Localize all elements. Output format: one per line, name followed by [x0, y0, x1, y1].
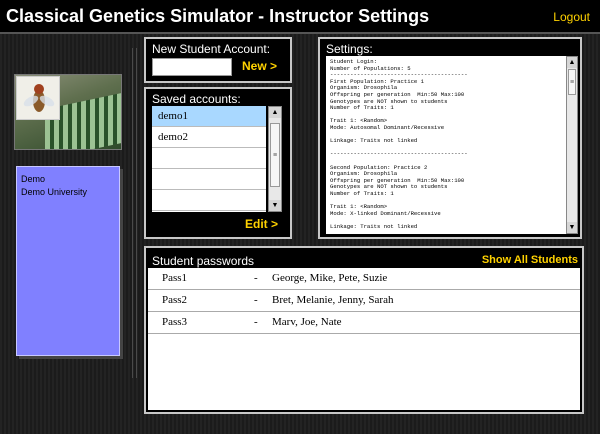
- scroll-thumb[interactable]: ≡: [568, 69, 576, 95]
- students-cell: Marv, Joe, Nate: [272, 316, 342, 328]
- scroll-up-icon[interactable]: ▲: [567, 57, 577, 68]
- drosophila-photo: [14, 74, 122, 150]
- scroll-thumb[interactable]: ≡: [270, 123, 280, 187]
- divider-line: [136, 48, 137, 378]
- settings-box: Settings: Student Login: Number of Popul…: [318, 37, 582, 239]
- settings-scrollbar[interactable]: ▲ ≡ ▼: [566, 56, 578, 234]
- saved-account-row[interactable]: demo1: [152, 106, 266, 127]
- student-passwords-title: Student passwords: [152, 254, 255, 268]
- divider-line: [132, 48, 133, 378]
- user-info-panel: Demo Demo University: [16, 166, 120, 356]
- table-row[interactable]: Pass2 - Bret, Melanie, Jenny, Sarah: [148, 290, 580, 312]
- scroll-down-icon[interactable]: ▼: [567, 222, 577, 233]
- new-account-title: New Student Account:: [152, 42, 271, 56]
- new-account-box: New Student Account: New >: [144, 37, 292, 83]
- saved-accounts-scrollbar[interactable]: ▲ ≡ ▼: [268, 106, 282, 212]
- app-title: Classical Genetics Simulator - Instructo…: [6, 6, 430, 26]
- saved-accounts-list: demo1 demo2: [152, 106, 266, 212]
- settings-title: Settings:: [326, 42, 373, 56]
- saved-accounts-box: Saved accounts: demo1 demo2 ▲ ≡ ▼ Edit >: [144, 87, 292, 239]
- new-account-button[interactable]: New >: [242, 59, 277, 73]
- logout-link[interactable]: Logout: [553, 10, 590, 24]
- passwords-table: Pass1 - George, Mike, Pete, Suzie Pass2 …: [148, 268, 580, 410]
- separator: -: [254, 294, 258, 306]
- saved-accounts-title: Saved accounts:: [152, 92, 241, 106]
- edit-account-button[interactable]: Edit >: [245, 217, 278, 231]
- show-all-students-button[interactable]: Show All Students: [482, 254, 578, 266]
- separator: -: [254, 316, 258, 328]
- saved-account-row[interactable]: demo2: [152, 127, 266, 148]
- saved-account-row[interactable]: [152, 169, 266, 190]
- header-bar: Classical Genetics Simulator - Instructo…: [0, 0, 600, 34]
- user-name: Demo: [21, 174, 46, 184]
- user-institution: Demo University: [21, 187, 88, 197]
- separator: -: [254, 272, 258, 284]
- new-account-input[interactable]: [152, 58, 232, 76]
- student-passwords-box: Student passwords Show All Students Pass…: [144, 246, 584, 414]
- saved-account-row[interactable]: [152, 190, 266, 211]
- saved-account-row[interactable]: [152, 148, 266, 169]
- settings-text-area[interactable]: Student Login: Number of Populations: 5 …: [326, 56, 566, 234]
- table-row[interactable]: Pass3 - Marv, Joe, Nate: [148, 312, 580, 334]
- scroll-up-icon[interactable]: ▲: [269, 107, 281, 118]
- password-cell: Pass1: [162, 272, 188, 284]
- password-cell: Pass2: [162, 294, 188, 306]
- students-cell: George, Mike, Pete, Suzie: [272, 272, 388, 284]
- students-cell: Bret, Melanie, Jenny, Sarah: [272, 294, 394, 306]
- fly-image: [16, 76, 60, 120]
- scroll-down-icon[interactable]: ▼: [269, 200, 281, 211]
- password-cell: Pass3: [162, 316, 188, 328]
- table-row[interactable]: Pass1 - George, Mike, Pete, Suzie: [148, 268, 580, 290]
